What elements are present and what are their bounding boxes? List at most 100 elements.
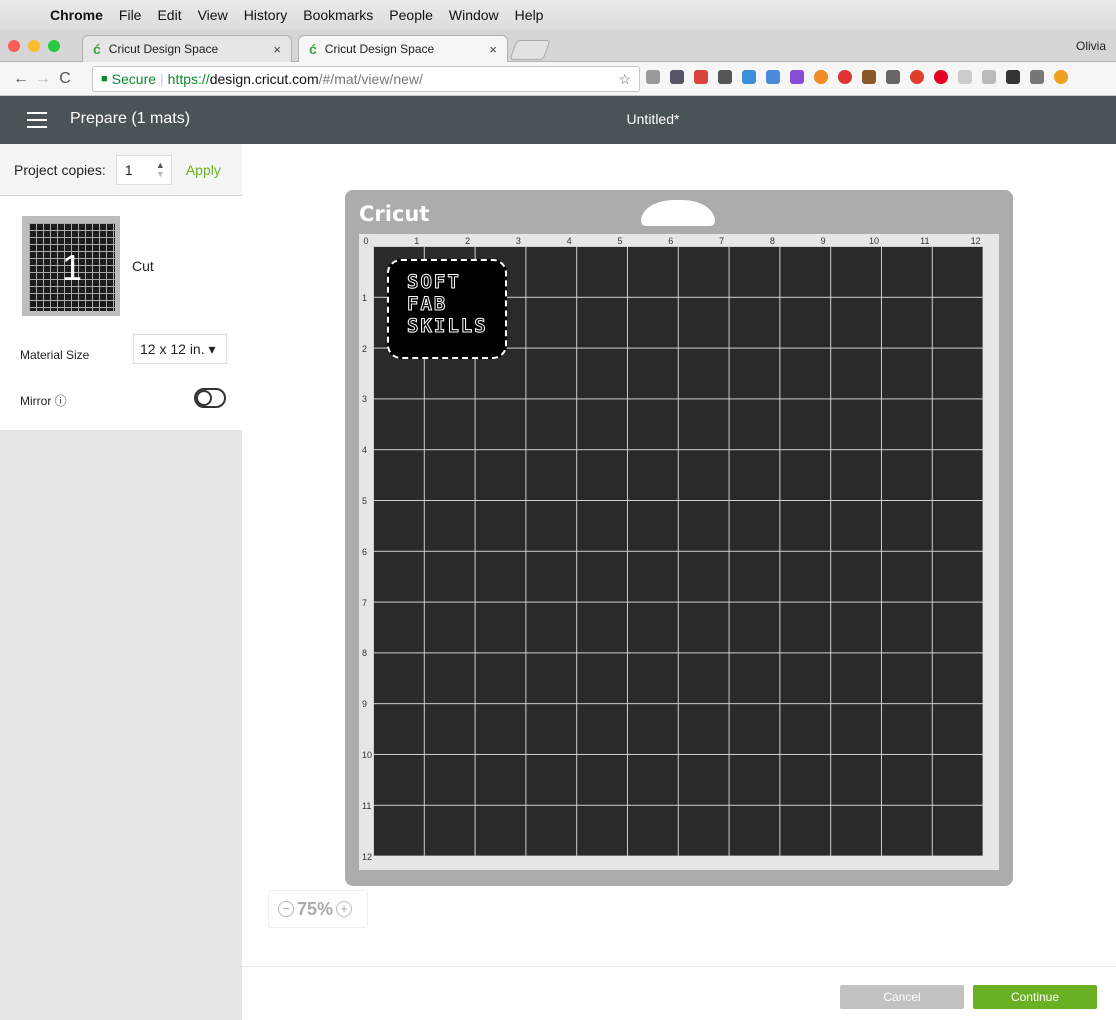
screenshot-icon[interactable] (742, 70, 756, 84)
footer-bar: Cancel Continue (242, 966, 1116, 1020)
apply-button[interactable]: Apply (186, 162, 221, 178)
k-extension-icon[interactable] (862, 70, 876, 84)
y-ruler-tick: 7 (362, 597, 368, 608)
continue-button[interactable]: Continue (973, 985, 1097, 1009)
mat-tab-shape (641, 200, 715, 226)
browser-tab-2[interactable]: ć Cricut Design Space × (298, 35, 508, 62)
design-object[interactable]: SOFT FAB SKILLS (387, 259, 507, 359)
calendar-34-icon[interactable] (766, 70, 780, 84)
caret-extension-icon[interactable] (1006, 70, 1020, 84)
forward-icon[interactable]: → (32, 70, 54, 88)
mat-mode-label: Cut (132, 258, 154, 274)
menu-history[interactable]: History (244, 7, 288, 23)
design-line: SKILLS (407, 315, 488, 338)
x-ruler-tick: 2 (465, 236, 471, 246)
project-copies-input[interactable]: 1 ▲ ▼ (115, 154, 172, 185)
address-toolbar: ← → C ■ Secure | https:// design.cricut.… (0, 62, 1116, 96)
zoom-window-button[interactable] (48, 40, 60, 52)
url-scheme: https:// (167, 71, 210, 87)
y-ruler-tick: 6 (362, 546, 368, 557)
x-ruler-tick: 5 (617, 236, 623, 246)
y-ruler-tick: 5 (362, 496, 368, 506)
t-extension-icon[interactable] (886, 70, 900, 84)
mirror-label: Mirror ⓘ (20, 394, 67, 408)
zoom-in-icon[interactable]: + (336, 901, 353, 917)
menu-view[interactable]: View (198, 7, 228, 23)
copies-value: 1 (124, 161, 133, 178)
hand-icon[interactable] (910, 70, 924, 84)
cloud-icon[interactable] (718, 70, 732, 84)
x-ruler-tick: 4 (566, 236, 572, 246)
menu-file[interactable]: File (119, 7, 142, 23)
y-ruler-tick: 2 (362, 343, 368, 354)
y-ruler-tick: 8 (362, 648, 368, 659)
x-ruler-tick: 3 (515, 236, 521, 246)
x-ruler-tick: 12 (970, 236, 981, 246)
url-domain: design.cricut.com (209, 71, 319, 87)
bookmark-star-icon[interactable]: ☆ (618, 71, 631, 88)
y-ruler-tick: 4 (362, 445, 368, 456)
extension-icons (646, 70, 1078, 84)
lock-icon: ■ (101, 73, 108, 85)
tab-title: Cricut Design Space (324, 42, 435, 56)
pinterest-icon[interactable] (934, 70, 948, 84)
adblock-icon[interactable] (838, 70, 852, 84)
zoom-out-icon[interactable]: − (278, 901, 294, 917)
x-ruler-tick: 9 (820, 236, 826, 246)
calendar-icon[interactable] (694, 70, 708, 84)
menu-bookmarks[interactable]: Bookmarks (303, 7, 373, 23)
menu-window[interactable]: Window (449, 7, 499, 23)
x-ruler-tick: 7 (719, 236, 725, 246)
app-header: Prepare (1 mats) Untitled* (0, 96, 1116, 144)
sidebar: Project copies: 1 ▲ ▼ Apply 1 Cut Materia… (0, 144, 242, 1020)
cutting-mat: Cricut 0 1 2 3 4 5 6 7 8 9 10 11 12 1 2 3 4 5 6 7 8 9 10 11 12 … (345, 190, 1013, 886)
y-ruler-tick: 3 (362, 394, 368, 405)
back-icon[interactable]: ← (10, 70, 32, 88)
document-title: Untitled* (626, 111, 680, 127)
orange-extension-icon[interactable] (1054, 70, 1068, 84)
design-line: FAB (407, 293, 448, 316)
cancel-button[interactable]: Cancel (840, 985, 964, 1009)
zoom-level: 75% (297, 898, 334, 919)
profile-name[interactable]: Olivia (1076, 39, 1106, 53)
x-ruler-tick: 11 (920, 236, 930, 246)
dropbox-icon[interactable] (958, 70, 972, 84)
cricut-favicon-icon: ć (309, 41, 317, 57)
url-bar[interactable]: ■ Secure | https:// design.cricut.com /#… (92, 66, 640, 92)
y-ruler-tick: 1 (362, 292, 368, 303)
tab-title: Cricut Design Space (108, 42, 219, 56)
x-ruler-tick: 8 (769, 236, 775, 246)
design-line: SOFT (407, 271, 461, 294)
y-ruler-tick: 10 (362, 750, 373, 760)
tab-close-icon[interactable]: × (489, 42, 497, 57)
mirror-toggle[interactable] (194, 388, 226, 408)
drive-icon[interactable] (982, 70, 996, 84)
material-size-select[interactable]: 12 x 12 in. ▾ (133, 334, 227, 364)
menu-chrome[interactable]: Chrome (50, 7, 103, 23)
reload-icon[interactable]: C (54, 70, 76, 88)
zoom-control: − 75% + (268, 890, 368, 928)
close-window-button[interactable] (8, 40, 20, 52)
minimize-window-button[interactable] (28, 40, 40, 52)
evernote-icon[interactable] (670, 70, 684, 84)
browser-tab-1[interactable]: ć Cricut Design Space × (82, 35, 292, 62)
mat-number: 1 (61, 247, 83, 288)
honey-icon[interactable] (814, 70, 828, 84)
url-path: /#/mat/view/new/ (318, 71, 423, 87)
arrow-extension-icon[interactable] (790, 70, 804, 84)
x-ruler-tick: 10 (868, 236, 879, 246)
new-tab-button[interactable] (509, 40, 551, 60)
folder-icon[interactable] (646, 70, 660, 84)
material-size-label: Material Size (20, 348, 90, 362)
tab-close-icon[interactable]: × (273, 42, 281, 57)
mat-thumbnail[interactable]: 1 (22, 216, 120, 316)
menu-edit[interactable]: Edit (157, 7, 181, 23)
x-ruler-tick: 6 (668, 236, 674, 246)
menu-help[interactable]: Help (515, 7, 544, 23)
x-ruler-tick: 1 (414, 236, 420, 246)
stepper-icon[interactable]: ▲ ▼ (156, 160, 165, 179)
menu-people[interactable]: People (389, 7, 433, 23)
bulb-icon[interactable] (1030, 70, 1044, 84)
project-copies-label: Project copies: (14, 161, 106, 178)
y-ruler-tick: 11 (362, 800, 372, 811)
